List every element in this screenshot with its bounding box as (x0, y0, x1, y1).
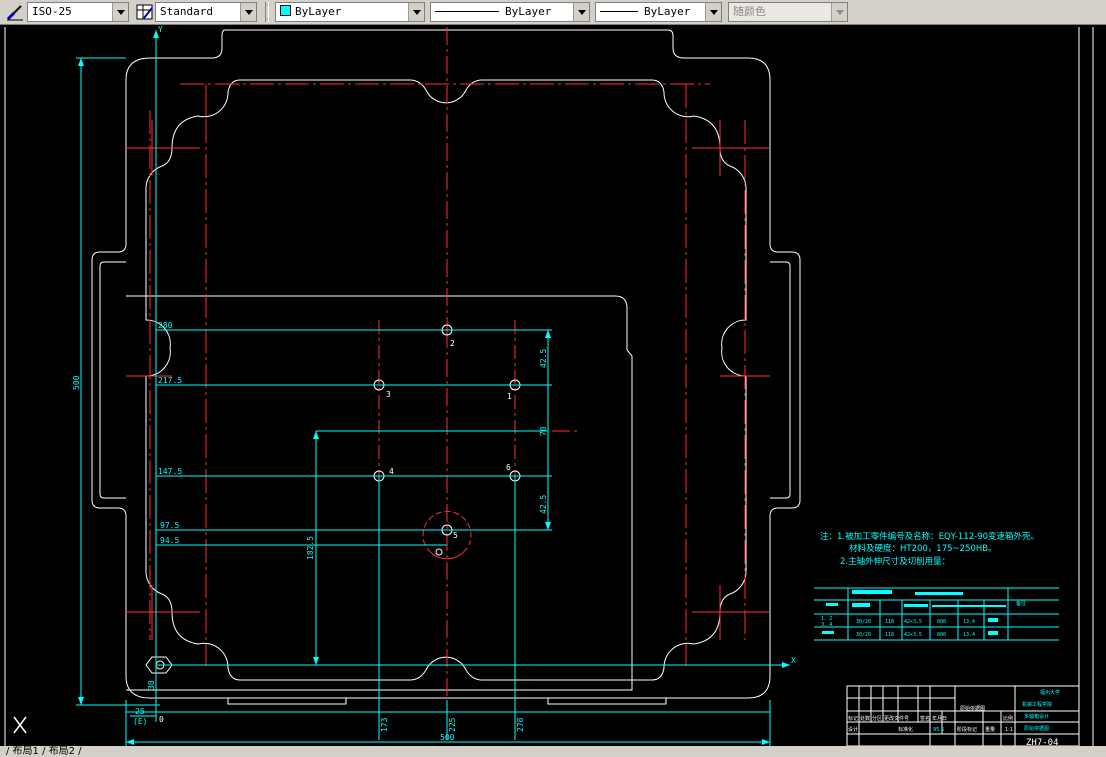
dimstyle-select[interactable]: ISO-25 (27, 2, 129, 22)
title-col-title: 原始依据图 (960, 705, 985, 712)
dim-500-horizontal: 500 (440, 733, 455, 742)
spindle-table-ids-2: 3、4 (821, 622, 832, 628)
dim-94-5: 94.5 (160, 536, 179, 545)
dim-173: 173 (380, 717, 389, 732)
title-hdr-0: 标记 (848, 715, 858, 722)
dim-70: 70 (539, 426, 548, 436)
title-hdr-2: 分区 (872, 715, 882, 722)
center-lines (125, 27, 770, 705)
plotstyle-value: 随颜色 (733, 5, 766, 18)
spindle-table-cell-d2: 800 (937, 632, 946, 638)
dim-e: (E) (133, 717, 147, 726)
dim-278: 278 (516, 717, 525, 732)
title-drawing-no: ZH7-04 (1026, 738, 1059, 746)
title-scale: 1:1 (1005, 727, 1013, 733)
tablestyle-value: Standard (160, 5, 213, 18)
locating-pin (435, 548, 443, 556)
lineweight-value: ByLayer (644, 5, 691, 18)
dim-500-vertical: 500 (72, 375, 81, 390)
title-hdr-3: 更改文件号 (884, 715, 909, 722)
toolbar-separator (265, 2, 269, 22)
dim-42-5-bottom: 42.5 (539, 495, 548, 514)
dim-147-5: 147.5 (158, 467, 182, 476)
spindle-table-cell-b1: 118 (885, 619, 894, 625)
title-project-2: 原始依据图 (1024, 725, 1049, 732)
dim-217-5: 217.5 (158, 376, 182, 385)
dim-182-5: 182.5 (306, 536, 315, 560)
title-project-1: 多轴箱设计 (1024, 713, 1049, 720)
linetype-value: ByLayer (505, 5, 552, 18)
note-line-3: 2.主轴外伸尺寸及切削用量： (840, 556, 950, 567)
title-hdr-5: 年月日 (932, 715, 947, 722)
dimstyle-value: ISO-25 (32, 5, 72, 18)
hole-label-1: 1 (507, 392, 512, 401)
spindle-table-cell-c2: 42×3.5 (904, 632, 922, 638)
layout-tabs-label: / 布局1 / 布局2 / (6, 746, 82, 757)
dim-0: 0 (159, 715, 164, 724)
properties-toolbar: ISO-25 Standard ByLayer ByLayer ByLayer … (0, 0, 1106, 25)
hole-label-5: 5 (453, 531, 458, 540)
lineweight-sample-icon (600, 11, 638, 12)
tablestyle-select[interactable]: Standard (155, 2, 257, 22)
dim-97-5: 97.5 (160, 521, 179, 530)
title-r2-0: 设计 (848, 726, 858, 733)
title-r2-2: 阶段标记 (957, 726, 977, 733)
lineweight-select[interactable]: ByLayer (595, 2, 722, 22)
plotstyle-select[interactable]: 随颜色 (728, 2, 848, 22)
spindle-table-fills (822, 590, 1006, 635)
spindle-table-cell-a1: 30/20 (856, 619, 871, 625)
dim-25: 25 (135, 707, 145, 716)
dim-y-axis: Y (158, 25, 163, 34)
spindle-holes (145, 324, 521, 674)
title-r2-1: 标准化 (898, 726, 913, 733)
title-hdr-4: 签名 (920, 715, 930, 722)
linetype-sample-icon (435, 11, 499, 12)
spindle-table-cell-c1: 42×3.5 (904, 619, 922, 625)
drawing-canvas[interactable]: 1 2 3 4 5 6 280 217.5 147.5 97.5 94.5 X … (0, 25, 1106, 746)
inner-cavity-outline (145, 79, 747, 681)
title-r2-3: 重量 (985, 726, 995, 733)
spindle-table-cell-e1: 13.4 (963, 619, 975, 625)
title-univ-2: 机械工程学院 (1022, 701, 1052, 708)
spindle-table-cell-d1: 800 (937, 619, 946, 625)
note-line-1: 注：1.被加工零件编号及名称：EQY-112-90变速箱外壳。 (820, 531, 1039, 542)
dim-30: 30 (147, 680, 156, 690)
ucs-icon (13, 716, 27, 734)
spindle-table-cell-b2: 118 (885, 632, 894, 638)
linetype-select[interactable]: ByLayer (430, 2, 590, 22)
title-hdr-1: 处数 (860, 715, 870, 722)
title-r2-4: 比例 (1003, 715, 1013, 722)
hole-label-6: 6 (506, 463, 511, 472)
title-univ-1: 福州大学 (1040, 689, 1060, 696)
cyan-swatch-icon (280, 5, 291, 16)
dim-42-5-top: 42.5 (539, 349, 548, 368)
hole-label-4: 4 (389, 467, 394, 476)
housing-outline (91, 29, 801, 699)
title-weight: 95.6 (933, 727, 944, 733)
note-line-2: 材料及硬度：HT200，175~250HB。 (849, 543, 997, 554)
spindle-table-cell-e2: 13.4 (963, 632, 975, 638)
dimension-style-icon[interactable] (5, 2, 25, 22)
spindle-table-remark: 备注 (1016, 600, 1026, 607)
hole-label-3: 3 (386, 390, 391, 399)
layout-tabs[interactable]: / 布局1 / 布局2 / (0, 746, 1106, 757)
layer-color-value: ByLayer (295, 5, 342, 18)
table-style-icon[interactable] (135, 2, 155, 22)
dim-280: 280 (158, 321, 173, 330)
spindle-table-cell-a2: 30/20 (856, 632, 871, 638)
hole-label-2: 2 (450, 339, 455, 348)
layer-color-select[interactable]: ByLayer (275, 2, 425, 22)
dim-x-axis: X (791, 656, 796, 665)
dim-225: 225 (448, 717, 457, 732)
